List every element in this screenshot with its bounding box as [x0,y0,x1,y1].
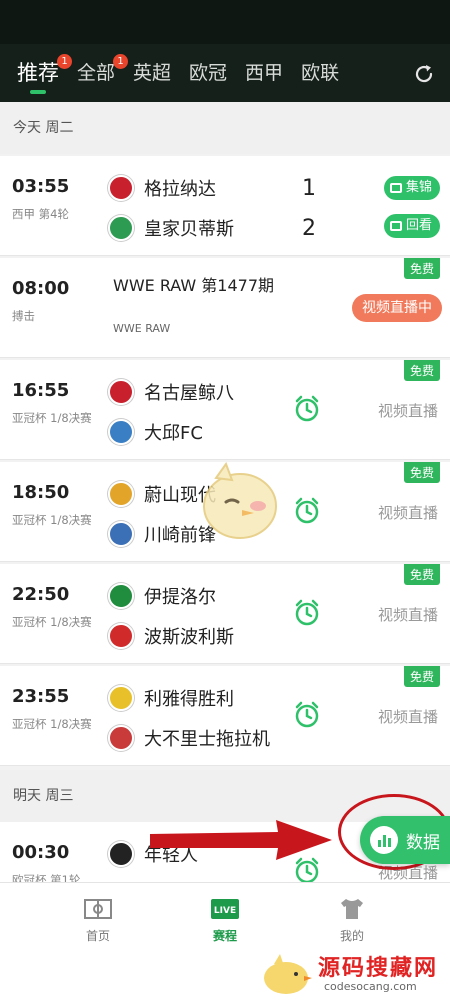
tab-recommended[interactable]: 推荐 1 [8,44,72,102]
video-icon [389,183,402,193]
tab-champions-league[interactable]: 欧冠 [180,44,236,102]
home-team: 名古屋鲸八 [108,378,234,406]
arrow-annotation-icon [150,820,332,860]
team-logo-icon [108,685,134,711]
mascot-watermark-icon [203,461,277,539]
free-badge: 免费 [403,564,440,585]
match-time: 23:55 [12,686,70,707]
team-logo-icon [108,379,134,405]
team-logo-icon [108,419,134,445]
site-watermark: 源码搜藏网 codesocang.com [258,948,448,998]
alarm-clock-icon[interactable] [292,598,322,628]
team-logo-icon [108,841,134,867]
live-stream-link[interactable]: 视频直播 [378,604,438,625]
team-logo-icon [108,175,134,201]
event-subtitle: WWE RAW [113,322,171,335]
day-header-today: 今天 周二 [0,102,450,154]
away-team: 大邱FC [108,418,203,446]
tab-europa-league[interactable]: 欧联 [292,44,348,102]
jersey-icon [341,899,363,919]
away-team: 波斯波利斯 [108,622,234,650]
alarm-clock-icon[interactable] [292,394,322,424]
tab-premier-league[interactable]: 英超 [124,44,180,102]
bar-chart-icon [370,826,398,854]
match-league: 搏击 [12,309,35,323]
free-badge: 免费 [403,258,440,279]
watermark-title: 源码搜藏网 [318,956,439,981]
match-row[interactable]: 22:50 亚冠杯 1/8决赛 伊提洛尔 波斯波利斯 免费 视频直播 [0,564,450,664]
away-score: 2 [302,216,316,241]
live-stream-link[interactable]: 视频直播 [378,400,438,421]
live-stream-link[interactable]: 视频直播 [378,706,438,727]
away-team: 皇家贝蒂斯 [108,214,234,242]
match-time: 18:50 [12,482,70,503]
alarm-clock-icon[interactable] [292,496,322,526]
team-logo-icon [108,481,134,507]
match-league: 亚冠杯 1/8决赛 [12,411,92,425]
match-row[interactable]: 23:55 亚冠杯 1/8决赛 利雅得胜利 大不里士拖拉机 免费 视频直播 [0,666,450,766]
bottom-nav-bar: 首页 LIVE 赛程 我的 [0,882,450,954]
soccer-field-icon [84,899,112,919]
match-time: 03:55 [12,176,70,197]
match-league: 亚冠杯 1/8决赛 [12,513,92,527]
event-title: WWE RAW 第1477期 [113,276,275,295]
home-team: 伊提洛尔 [108,582,216,610]
away-team: 大不里士拖拉机 [108,724,270,752]
tab-all[interactable]: 全部 1 [68,44,129,102]
watermark-url: codesocang.com [324,980,417,993]
free-badge: 免费 [403,360,440,381]
live-schedule-icon: LIVE [211,899,239,919]
team-logo-icon [108,521,134,547]
home-team: 利雅得胜利 [108,684,234,712]
free-badge: 免费 [403,666,440,687]
team-logo-icon [108,215,134,241]
tab-la-liga[interactable]: 西甲 [236,44,292,102]
highlights-button[interactable]: 集锦 [383,176,440,200]
match-league: 亚冠杯 1/8决赛 [12,615,92,629]
top-tab-bar: 推荐 1 全部 1 英超 欧冠 西甲 欧联 [0,44,450,102]
match-league: 西甲 第4轮 [12,207,69,221]
nav-profile[interactable]: 我的 [312,897,392,944]
match-row[interactable]: 03:55 西甲 第4轮 格拉纳达 皇家贝蒂斯 1 2 集锦 回看 [0,156,450,256]
replay-button[interactable]: 回看 [383,214,440,238]
match-league: 亚冠杯 1/8决赛 [12,717,92,731]
data-floating-button[interactable]: 数据 [360,816,450,864]
nav-schedule[interactable]: LIVE 赛程 [185,897,265,944]
play-icon [389,221,402,231]
svg-text:LIVE: LIVE [214,906,236,916]
team-logo-icon [108,725,134,751]
match-row[interactable]: 16:55 亚冠杯 1/8决赛 名古屋鲸八 大邱FC 免费 视频直播 [0,360,450,460]
match-row[interactable]: 08:00 搏击 WWE RAW 第1477期 WWE RAW 免费 视频直播中 [0,258,450,358]
alarm-clock-icon[interactable] [292,700,322,730]
free-badge: 免费 [403,462,440,483]
home-team: 格拉纳达 [108,174,216,202]
live-now-button[interactable]: 视频直播中 [352,294,442,322]
match-time: 00:30 [12,842,70,863]
status-bar [0,0,450,44]
team-logo-icon [108,583,134,609]
refresh-icon[interactable] [412,62,436,86]
bird-logo-icon [264,954,312,994]
nav-home[interactable]: 首页 [58,897,138,944]
match-time: 16:55 [12,380,70,401]
team-logo-icon [108,623,134,649]
match-time: 08:00 [12,278,70,299]
match-time: 22:50 [12,584,70,605]
home-score: 1 [302,176,316,201]
live-stream-link[interactable]: 视频直播 [378,502,438,523]
